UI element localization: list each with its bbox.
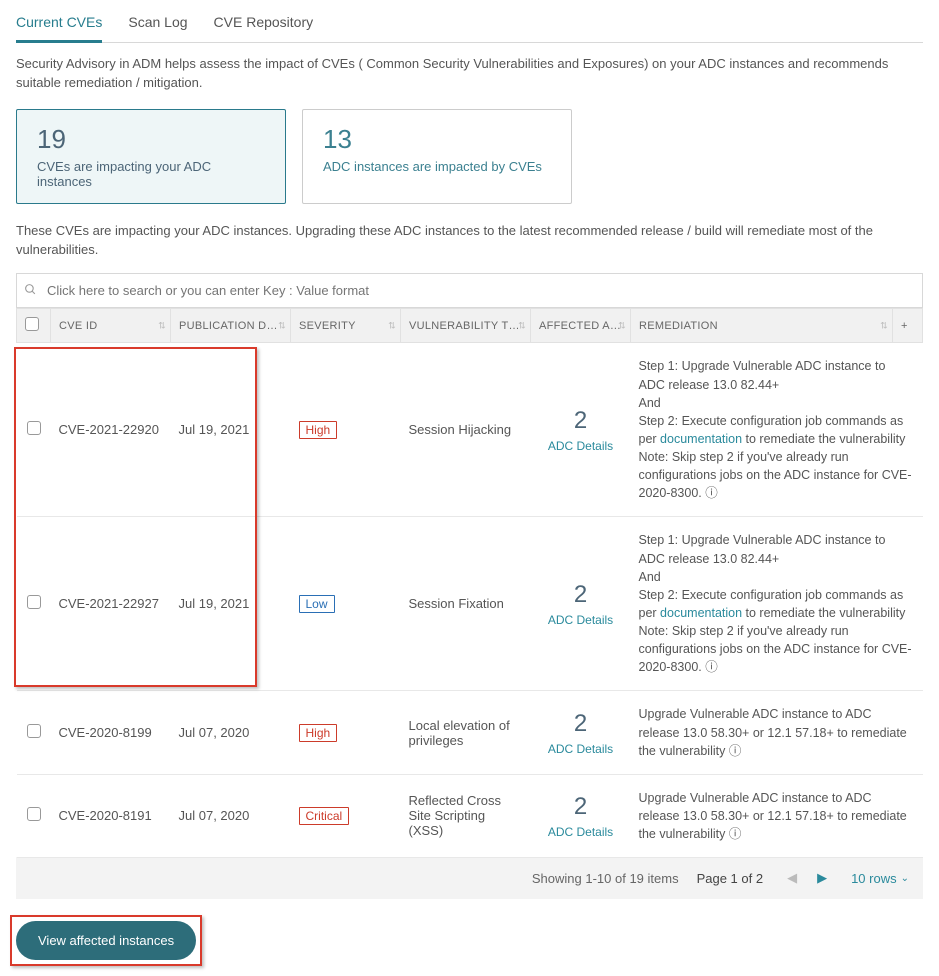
cve-id-cell: CVE-2020-8191 <box>51 774 171 857</box>
remediation-cell: Step 1: Upgrade Vulnerable ADC instance … <box>631 517 923 691</box>
col-vuln-type[interactable]: VULNERABILITY TY...⇅ <box>401 309 531 343</box>
col-remediation[interactable]: REMEDIATION⇅ <box>631 309 893 343</box>
severity-cell: High <box>291 691 401 774</box>
col-pub-date[interactable]: PUBLICATION DATE⇅ <box>171 309 291 343</box>
affected-count: 2 <box>539 793 623 821</box>
chevron-down-icon: ⌄ <box>901 873 909 884</box>
card-adc-label: ADC instances are impacted by CVEs <box>323 159 551 174</box>
col-add[interactable]: + <box>893 309 923 343</box>
cve-id-cell: CVE-2021-22927 <box>51 517 171 691</box>
remediation-cell: Upgrade Vulnerable ADC instance to ADC r… <box>631 774 923 857</box>
card-cve-number: 19 <box>37 124 265 155</box>
row-checkbox-cell <box>17 774 51 857</box>
pagination-page: Page 1 of 2 <box>697 871 764 886</box>
adc-details-link[interactable]: ADC Details <box>539 439 623 453</box>
severity-badge: High <box>299 421 338 439</box>
vuln-type-cell: Local elevation of privileges <box>401 691 531 774</box>
adc-details-link[interactable]: ADC Details <box>539 825 623 839</box>
vuln-type-cell: Session Hijacking <box>401 343 531 517</box>
severity-cell: Low <box>291 517 401 691</box>
affected-count: 2 <box>539 581 623 609</box>
table-row: CVE-2021-22920Jul 19, 2021 High Session Hi… <box>17 343 923 517</box>
pagination-bar: Showing 1-10 of 19 items Page 1 of 2 ◀ ▶… <box>16 857 923 899</box>
table-row: CVE-2020-8199Jul 07, 2020 High Local eleva… <box>17 691 923 774</box>
vuln-type-cell: Session Fixation <box>401 517 531 691</box>
affected-cell: 2 ADC Details <box>531 691 631 774</box>
cve-id-cell: CVE-2021-22920 <box>51 343 171 517</box>
severity-badge: High <box>299 724 338 742</box>
rows-per-page-select[interactable]: 10 rows⌄ <box>851 871 909 886</box>
documentation-link[interactable]: documentation <box>660 606 742 620</box>
pub-date-cell: Jul 19, 2021 <box>171 517 291 691</box>
row-checkbox[interactable] <box>27 807 41 821</box>
impact-text: These CVEs are impacting your ADC instan… <box>16 222 923 260</box>
row-checkbox-cell <box>17 517 51 691</box>
adc-details-link[interactable]: ADC Details <box>539 742 623 756</box>
severity-badge: Low <box>299 595 335 613</box>
col-severity[interactable]: SEVERITY⇅ <box>291 309 401 343</box>
severity-cell: High <box>291 343 401 517</box>
pub-date-cell: Jul 07, 2020 <box>171 774 291 857</box>
tab-cve-repository[interactable]: CVE Repository <box>214 8 314 42</box>
card-adc-number: 13 <box>323 124 551 155</box>
summary-cards: 19 CVEs are impacting your ADC instances… <box>16 109 923 204</box>
tab-scan-log[interactable]: Scan Log <box>128 8 187 42</box>
search-icon <box>24 283 37 299</box>
search-input[interactable] <box>16 273 923 308</box>
page-prev-button[interactable]: ◀ <box>781 867 803 889</box>
card-adc-count[interactable]: 13 ADC instances are impacted by CVEs <box>302 109 572 204</box>
select-all-checkbox[interactable] <box>25 317 39 331</box>
search-wrap <box>16 273 923 308</box>
card-cve-label: CVEs are impacting your ADC instances <box>37 159 265 189</box>
col-checkbox-header[interactable] <box>17 309 51 343</box>
table-row: CVE-2021-22927Jul 19, 2021 Low Session Fix… <box>17 517 923 691</box>
row-checkbox-cell <box>17 691 51 774</box>
affected-cell: 2 ADC Details <box>531 517 631 691</box>
tab-current-cves[interactable]: Current CVEs <box>16 8 102 43</box>
affected-count: 2 <box>539 407 623 435</box>
vuln-type-cell: Reflected Cross Site Scripting (XSS) <box>401 774 531 857</box>
col-affected[interactable]: AFFECTED ADC INS...⇅ <box>531 309 631 343</box>
pagination-showing: Showing 1-10 of 19 items <box>532 871 679 886</box>
pub-date-cell: Jul 19, 2021 <box>171 343 291 517</box>
documentation-link[interactable]: documentation <box>660 432 742 446</box>
view-affected-instances-button[interactable]: View affected instances <box>16 921 196 960</box>
affected-count: 2 <box>539 710 623 738</box>
row-checkbox[interactable] <box>27 595 41 609</box>
tabs-bar: Current CVEs Scan Log CVE Repository <box>16 8 923 43</box>
adc-details-link[interactable]: ADC Details <box>539 613 623 627</box>
pub-date-cell: Jul 07, 2020 <box>171 691 291 774</box>
remediation-cell: Upgrade Vulnerable ADC instance to ADC r… <box>631 691 923 774</box>
row-checkbox[interactable] <box>27 421 41 435</box>
row-checkbox-cell <box>17 343 51 517</box>
advisory-text: Security Advisory in ADM helps assess th… <box>16 55 923 93</box>
severity-cell: Critical <box>291 774 401 857</box>
affected-cell: 2 ADC Details <box>531 774 631 857</box>
table-row: CVE-2020-8191Jul 07, 2020 Critical Reflect… <box>17 774 923 857</box>
col-cve-id[interactable]: CVE ID⇅ <box>51 309 171 343</box>
row-checkbox[interactable] <box>27 724 41 738</box>
card-cve-count[interactable]: 19 CVEs are impacting your ADC instances <box>16 109 286 204</box>
severity-badge: Critical <box>299 807 350 825</box>
affected-cell: 2 ADC Details <box>531 343 631 517</box>
cve-table: CVE ID⇅ PUBLICATION DATE⇅ SEVERITY⇅ VULN… <box>16 308 923 858</box>
remediation-cell: Step 1: Upgrade Vulnerable ADC instance … <box>631 343 923 517</box>
page-next-button[interactable]: ▶ <box>811 867 833 889</box>
cve-id-cell: CVE-2020-8199 <box>51 691 171 774</box>
